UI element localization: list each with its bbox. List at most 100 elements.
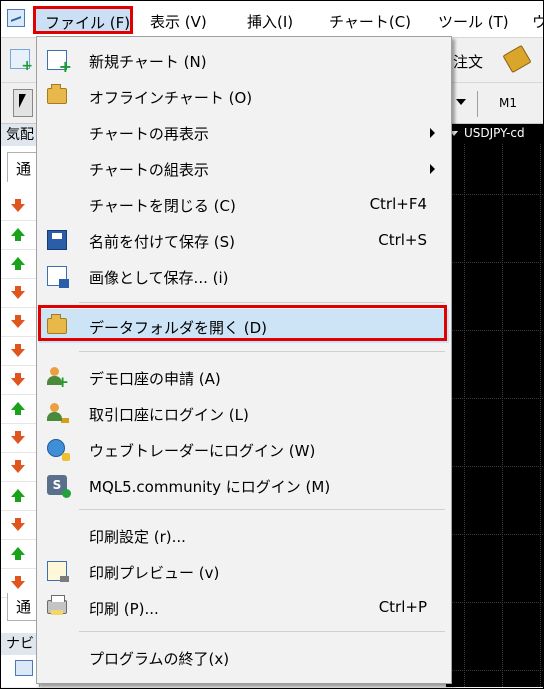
app-chart-icon[interactable] [7,9,25,27]
arrow-up-icon [11,547,25,560]
grid-line [446,398,543,399]
menu-file[interactable]: ファイル (F) [33,6,133,34]
timeframe-m1-button[interactable]: M1 [499,96,517,110]
symbol-row[interactable] [1,538,39,569]
arrow-down-icon [11,344,25,357]
menu-item-save-as-image[interactable]: 画像として保存... (i) [39,259,449,293]
menu-item-offline-chart[interactable]: オフラインチャート (O) [39,79,449,113]
trade-account-login-icon [47,403,69,423]
demo-account-icon: + [47,367,69,391]
menu-separator [79,302,445,303]
grid-line [446,262,543,263]
arrow-up-icon [11,257,25,270]
grid-line [540,144,541,687]
bottom-tab[interactable]: 通 [7,593,39,621]
grid-line [446,466,543,467]
save-icon [47,230,67,250]
symbol-row[interactable] [1,306,39,337]
symbol-row[interactable] [1,219,39,250]
menu-window[interactable]: ウ [532,11,544,32]
menu-item-label: チャートの再表示 [89,125,209,143]
menu-separator [79,509,445,510]
chevron-down-icon[interactable] [456,99,466,105]
save-image-icon [47,266,69,288]
menu-item-refresh-chart[interactable]: チャートの再表示 [39,115,449,149]
grid-line [446,534,543,535]
arrow-down-icon [11,576,25,589]
menu-item-label: ウェブトレーダーにログイン (W) [89,442,316,460]
arrow-up-icon [11,489,25,502]
menu-item-demo-account[interactable]: + デモ口座の申請 (A) [39,360,449,394]
menu-chart[interactable]: チャート(C) [329,11,411,32]
menu-item-label: 印刷プレビュー (v) [89,564,220,582]
menu-item-label: 印刷 (P)... [89,600,159,618]
mql5-community-icon: S [47,475,71,498]
symbol-row[interactable] [1,277,39,308]
symbol-row[interactable] [1,480,39,511]
symbol-row[interactable] [1,422,39,453]
arrow-down-icon [11,373,25,386]
menu-item-label: 新規チャート (N) [89,53,207,71]
menu-item-mql5-login[interactable]: S MQL5.community にログイン (M) [39,468,449,502]
new-chart-toolbar-icon[interactable] [10,49,33,74]
arrow-down-icon [11,199,25,212]
arrow-up-icon [11,402,25,415]
submenu-arrow-icon [430,164,435,174]
menu-item-trade-login[interactable]: 取引口座にログイン (L) [39,396,449,430]
menu-insert[interactable]: 挿入(I) [247,11,293,32]
menu-item-label: 名前を付けて保存 (S) [89,233,235,251]
menu-item-shortcut: Ctrl+P [378,598,427,616]
symbol-row[interactable] [1,364,39,395]
eraser-icon[interactable] [502,44,532,74]
menu-item-exit[interactable]: プログラムの終了(x) [39,640,449,674]
market-watch-title: 気配 [1,124,39,146]
chart-symbol-title: USDJPY-cd [450,126,543,144]
cursor-icon[interactable] [13,89,33,117]
symbol-row[interactable] [1,393,39,424]
arrow-down-icon [11,286,25,299]
open-offline-folder-icon [47,84,67,104]
menu-item-print-preview[interactable]: 印刷プレビュー (v) [39,554,449,588]
navigator-title: ナビ [1,633,39,655]
new-order-button[interactable]: 注文 [453,51,483,72]
menu-tools[interactable]: ツール (T) [438,11,509,32]
menu-item-print[interactable]: 印刷 (P)... Ctrl+P [39,590,449,624]
menu-item-label: 取引口座にログイン (L) [89,406,249,424]
menu-item-chart-profiles[interactable]: チャートの組表示 [39,151,449,185]
symbol-row[interactable] [1,451,39,482]
menu-item-webtrader-login[interactable]: ウェブトレーダーにログイン (W) [39,432,449,466]
menu-bar: ファイル (F) 表示 (V) 挿入(I) チャート(C) ツール (T) ウ [1,1,544,38]
arrow-down-icon [11,460,25,473]
menu-item-label: チャートの組表示 [89,161,209,179]
symbol-row[interactable] [1,190,39,221]
menu-item-label: デモ口座の申請 (A) [89,370,221,388]
menu-item-label: オフラインチャート (O) [89,89,253,107]
printer-icon [47,595,67,615]
menu-item-label: チャートを閉じる (C) [89,197,236,215]
symbol-row[interactable] [1,335,39,366]
arrow-up-icon [11,228,25,241]
chart-window[interactable]: USDJPY-cd [446,124,543,687]
highlight-outline [38,305,447,341]
new-chart-icon [47,50,72,76]
symbol-row[interactable] [1,248,39,279]
symbols-tab[interactable]: 通 [7,152,39,182]
market-watch-panel: 気配 通 通 ナビ [1,124,40,687]
symbol-row[interactable] [1,509,39,540]
menu-separator [79,631,445,632]
menu-item-label: MQL5.community にログイン (M) [89,478,331,496]
menu-item-print-setup[interactable]: 印刷設定 (r)... [39,518,449,552]
grid-line [502,144,503,687]
grid-line [464,144,465,687]
menu-item-shortcut: Ctrl+F4 [369,195,427,213]
toolbar-separator [477,91,478,117]
menu-view[interactable]: 表示 (V) [150,11,207,32]
arrow-down-icon [11,431,25,444]
menu-item-new-chart[interactable]: 新規チャート (N) [39,43,449,77]
menu-item-close-chart[interactable]: チャートを閉じる (C) Ctrl+F4 [39,187,449,221]
menu-item-save-as[interactable]: 名前を付けて保存 (S) Ctrl+S [39,223,449,257]
grid-line [446,670,543,671]
grid-line [446,330,543,331]
submenu-arrow-icon [430,128,435,138]
navigator-item-icon[interactable] [15,660,33,676]
